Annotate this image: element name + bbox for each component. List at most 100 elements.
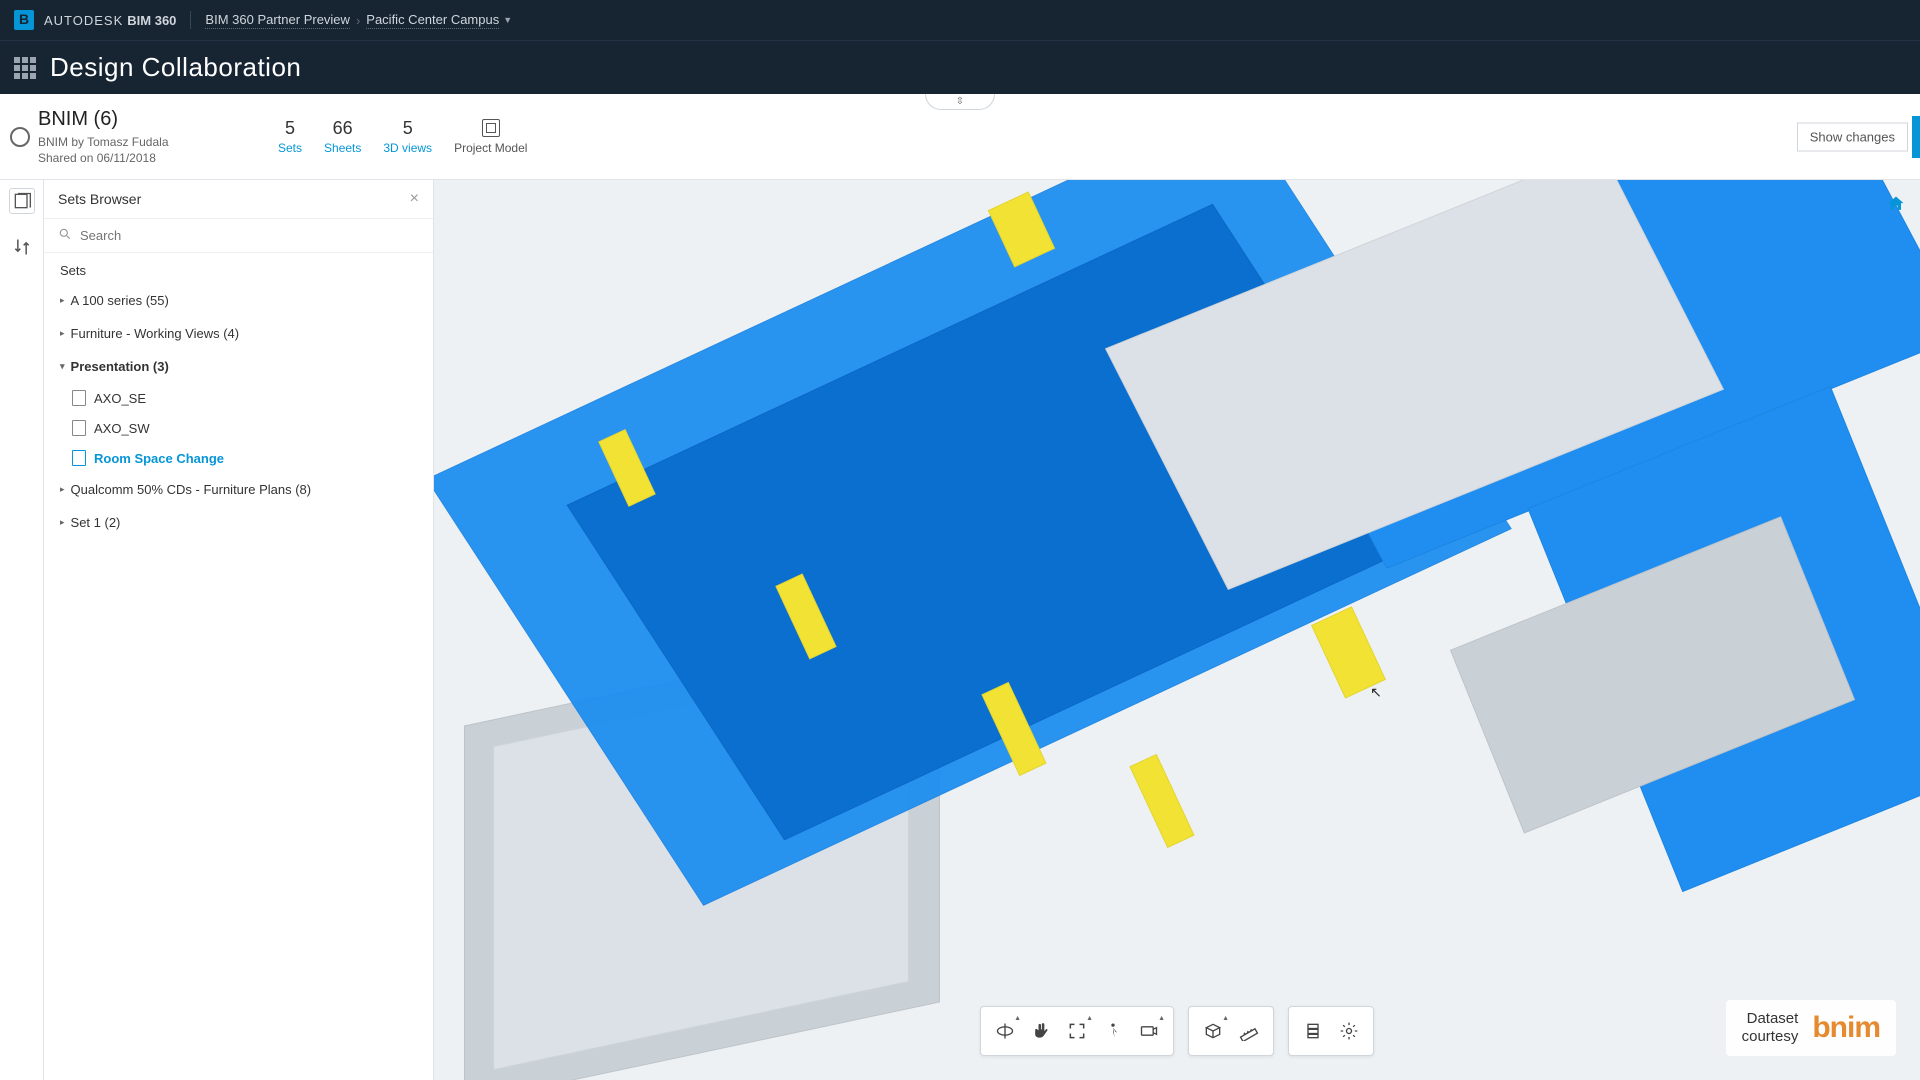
orbit-icon: [995, 1021, 1015, 1041]
close-icon[interactable]: ×: [410, 190, 419, 208]
stat-sets[interactable]: 5 Sets: [278, 118, 302, 155]
home-view-icon[interactable]: [1886, 194, 1906, 214]
right-accent-bar: [1912, 116, 1920, 158]
timeline-collapse-toggle[interactable]: ⇳: [925, 94, 995, 110]
package-stats: 5 Sets 66 Sheets 5 3D views Project Mode…: [278, 118, 527, 155]
stat-3dviews-count: 5: [403, 118, 413, 139]
chevron-right-icon: ▸: [60, 484, 65, 495]
stat-sheets-label: Sheets: [324, 141, 361, 155]
explode-button[interactable]: [1295, 1013, 1331, 1049]
stat-sets-label: Sets: [278, 141, 302, 155]
toolbar-group-nav: ▲ ▲ ▲: [980, 1006, 1174, 1056]
tree-leaf-axo-se[interactable]: AXO_SE: [44, 383, 433, 413]
ruler-icon: [1239, 1021, 1259, 1041]
walk-button[interactable]: [1095, 1013, 1131, 1049]
tree-node-a100[interactable]: ▸ A 100 series (55): [44, 284, 433, 317]
search-input[interactable]: [80, 228, 419, 243]
package-shared-date: Shared on 06/11/2018: [38, 151, 238, 165]
left-rail: [0, 180, 44, 1080]
gear-icon: [1339, 1021, 1359, 1041]
tree-leaf-label: AXO_SW: [94, 421, 150, 436]
tree-node-furniture[interactable]: ▸Furniture - Working Views (4): [44, 317, 433, 350]
project-model-icon: [482, 119, 500, 137]
breadcrumb-project[interactable]: Pacific Center Campus: [366, 12, 499, 29]
camera-button[interactable]: ▲: [1131, 1013, 1167, 1049]
tree-leaf-label: Room Space Change: [94, 451, 224, 466]
product-logo-icon: [14, 10, 34, 30]
compare-arrows-icon: [12, 237, 32, 257]
brand-bim360: BIM 360: [127, 13, 176, 28]
stat-sheets-count: 66: [333, 118, 353, 139]
sets-browser-header: Sets Browser ×: [44, 180, 433, 219]
measure-button[interactable]: [1231, 1013, 1267, 1049]
stat-sets-count: 5: [285, 118, 295, 139]
package-header: ⇳ BNIM (6) BNIM by Tomasz Fudala Shared …: [0, 94, 1920, 180]
module-title: Design Collaboration: [50, 52, 301, 83]
top-bar: AUTODESK BIM 360 BIM 360 Partner Preview…: [0, 0, 1920, 40]
breadcrumb-account[interactable]: BIM 360 Partner Preview: [205, 12, 350, 29]
stat-3dviews-label: 3D views: [383, 141, 432, 155]
main-area: Sets Browser × Sets ▸ A 100 series (55) ▸…: [0, 180, 1920, 1080]
caret-icon: ▲: [1158, 1015, 1165, 1022]
sheet-icon: [72, 390, 86, 406]
pan-button[interactable]: [1023, 1013, 1059, 1049]
topbar-divider: [190, 11, 191, 29]
person-icon: [1103, 1021, 1123, 1041]
viewer-scene: [434, 180, 1920, 1080]
tree-leaf-label: AXO_SE: [94, 391, 146, 406]
toolbar-group-settings: [1288, 1006, 1374, 1056]
stat-project-model[interactable]: Project Model: [454, 119, 527, 155]
zoom-button[interactable]: ▲: [1059, 1013, 1095, 1049]
tree-node-label: Furniture - Working Views (4): [71, 326, 240, 341]
settings-button[interactable]: [1331, 1013, 1367, 1049]
module-bar: Design Collaboration: [0, 40, 1920, 94]
camera-icon: [1139, 1021, 1159, 1041]
tree-node-label: Set 1 (2): [71, 515, 121, 530]
toolbar-group-tools: ▲: [1188, 1006, 1274, 1056]
package-title: BNIM (6): [38, 108, 238, 131]
stat-project-model-label: Project Model: [454, 141, 527, 155]
hand-icon: [1031, 1021, 1051, 1041]
chevron-right-icon: ▸: [60, 517, 65, 528]
sets-panel-toggle[interactable]: [9, 188, 35, 214]
credit-line2: courtesy: [1742, 1028, 1799, 1046]
search-icon: [58, 227, 72, 244]
sets-browser-panel: Sets Browser × Sets ▸ A 100 series (55) ▸…: [44, 180, 434, 1080]
tree-node-label: A 100 series (55): [71, 293, 169, 308]
chevron-right-icon: ▸: [60, 295, 65, 306]
sheet-icon: [72, 420, 86, 436]
package-status-icon: [10, 127, 30, 147]
tree-node-presentation[interactable]: ▾Presentation (3): [44, 350, 433, 383]
orbit-button[interactable]: ▲: [987, 1013, 1023, 1049]
bnim-logo: bnim: [1812, 1011, 1880, 1045]
caret-icon: ▲: [1222, 1015, 1229, 1022]
stat-sheets[interactable]: 66 Sheets: [324, 118, 361, 155]
changes-panel-toggle[interactable]: [9, 234, 35, 260]
tree-node-qualcomm[interactable]: ▸ Qualcomm 50% CDs - Furniture Plans (8): [44, 473, 433, 506]
breadcrumb-separator: ›: [356, 13, 360, 28]
package-title-block: BNIM (6) BNIM by Tomasz Fudala Shared on…: [38, 108, 238, 165]
tree-node-set1[interactable]: ▸ Set 1 (2): [44, 506, 433, 539]
package-author: BNIM by Tomasz Fudala: [38, 135, 238, 149]
stat-3dviews[interactable]: 5 3D views: [383, 118, 432, 155]
sets-browser-title: Sets Browser: [58, 191, 141, 207]
show-changes-button[interactable]: Show changes: [1797, 122, 1908, 151]
viewer-toolbar: ▲ ▲ ▲ ▲: [980, 1006, 1374, 1056]
chevron-updown-icon: ⇳: [956, 96, 964, 107]
sets-section-label: Sets: [44, 253, 433, 284]
caret-icon: ▲: [1014, 1015, 1021, 1022]
tree-node-label: Qualcomm 50% CDs - Furniture Plans (8): [71, 482, 312, 497]
model-viewer[interactable]: ↖ ▲ ▲ ▲ ▲ Dataset courtesy: [434, 180, 1920, 1080]
tree-leaf-room-space-change[interactable]: Room Space Change: [44, 443, 433, 473]
fit-icon: [1067, 1021, 1087, 1041]
credit-text: Dataset courtesy: [1742, 1010, 1799, 1046]
project-dropdown-icon[interactable]: ▼: [503, 15, 512, 25]
sets-search[interactable]: [44, 219, 433, 253]
section-button[interactable]: ▲: [1195, 1013, 1231, 1049]
iso-geometry: [434, 180, 1920, 1080]
layers-icon: [1303, 1021, 1323, 1041]
caret-icon: ▲: [1086, 1015, 1093, 1022]
apps-grid-icon[interactable]: [14, 57, 36, 79]
sheet-icon: [72, 450, 86, 466]
tree-leaf-axo-sw[interactable]: AXO_SW: [44, 413, 433, 443]
